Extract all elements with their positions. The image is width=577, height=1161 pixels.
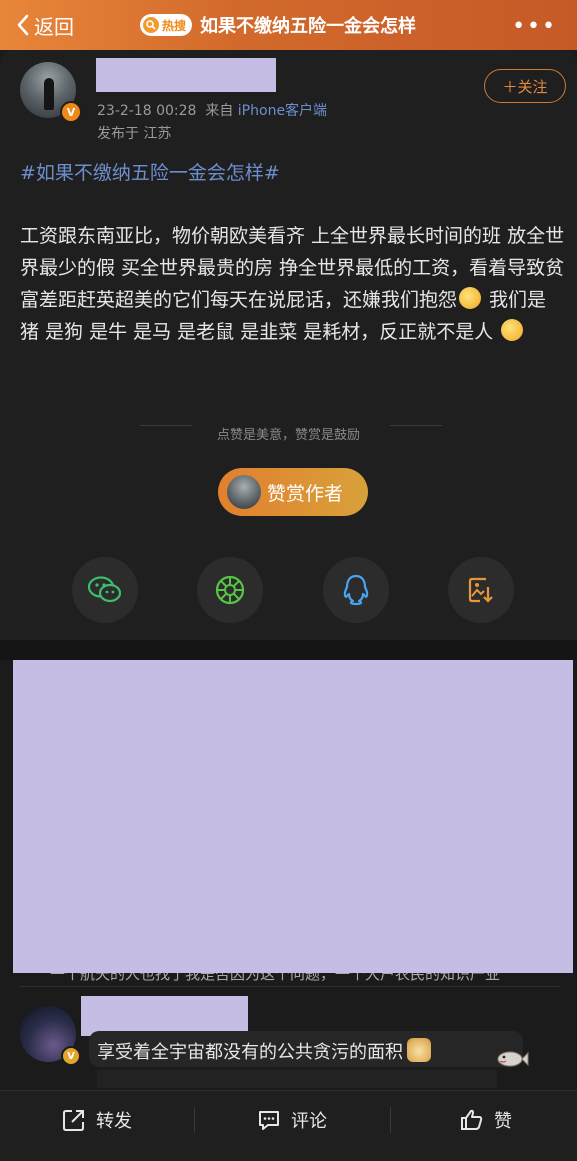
- share-wechat-button[interactable]: [72, 557, 138, 623]
- author-name-redacted[interactable]: [96, 58, 276, 92]
- section-gap: [0, 640, 577, 660]
- save-image-icon: [468, 577, 493, 603]
- post-source[interactable]: iPhone客户端: [238, 103, 327, 119]
- comment-text: 享受着全宇宙都没有的公共贪污的面积: [97, 1038, 431, 1064]
- thinking-emoji-icon: [501, 319, 524, 341]
- comment-separator: [20, 986, 560, 987]
- bottom-action-bar: 转发 评论 赞: [0, 1090, 577, 1161]
- page-title: 如果不缴纳五险一金会怎样: [200, 16, 417, 37]
- title-area: 热搜 如果不缴纳五险一金会怎样: [140, 0, 416, 50]
- top-nav-bar: 返回 热搜 如果不缴纳五险一金会怎样 •••: [0, 0, 577, 50]
- doge-emoji-icon: [407, 1038, 431, 1062]
- search-icon: [143, 17, 159, 33]
- back-label: 返回: [34, 14, 74, 39]
- post-timestamp: 23-2-18 00:28: [97, 103, 197, 119]
- post-location: 发布于 江苏: [97, 126, 172, 142]
- hashtag-link[interactable]: #如果不缴纳五险一金会怎样#: [20, 158, 280, 185]
- chevron-left-icon: [17, 14, 29, 36]
- comment-icon: [259, 1111, 279, 1130]
- verified-badge-icon: V: [60, 101, 82, 123]
- share-qq-button[interactable]: [323, 557, 389, 623]
- comment-button[interactable]: 评论: [257, 1091, 327, 1149]
- reward-avatar: [227, 475, 261, 509]
- comment-text-content: 享受着全宇宙都没有的公共贪污的面积: [97, 1042, 403, 1063]
- reward-label: 赞赏作者: [267, 482, 344, 505]
- back-button[interactable]: 返回: [16, 11, 74, 40]
- blushing-emoji-icon: [459, 287, 482, 309]
- like-label: 赞: [494, 1111, 512, 1132]
- hot-search-badge[interactable]: 热搜: [140, 14, 193, 36]
- thumbs-up-icon: [461, 1109, 483, 1130]
- post-meta: 23-2-18 00:28 来自 iPhone客户端: [97, 100, 327, 120]
- moments-icon: [215, 575, 245, 605]
- follow-button[interactable]: ＋关注: [484, 69, 566, 103]
- hot-search-label: 热搜: [162, 18, 187, 33]
- share-moments-button[interactable]: [197, 557, 263, 623]
- bottom-separator: [194, 1107, 195, 1133]
- comment-overflow-shade: [97, 1070, 497, 1088]
- comment-label: 评论: [291, 1111, 327, 1132]
- source-prefix: 来自: [205, 103, 234, 119]
- commenter-verified-icon: V: [61, 1046, 81, 1066]
- commenter-name-redacted[interactable]: [81, 996, 248, 1036]
- like-button[interactable]: 赞: [460, 1091, 512, 1149]
- repost-icon: [63, 1110, 84, 1131]
- redacted-region: [13, 660, 573, 973]
- wechat-icon: [87, 576, 122, 603]
- reward-author-button[interactable]: 赞赏作者: [218, 468, 368, 516]
- repost-button[interactable]: 转发: [62, 1091, 132, 1149]
- post-body: 工资跟东南亚比，物价朝欧美看齐 上全世界最长时间的班 放全世界最少的假 买全世界…: [20, 220, 565, 348]
- reward-hint: 点赞是美意，赞赏是鼓励: [216, 428, 360, 443]
- fish-sticker-icon: [497, 1051, 529, 1067]
- share-save-image-button[interactable]: [448, 557, 514, 623]
- bottom-separator: [390, 1107, 391, 1133]
- more-options-icon[interactable]: •••: [512, 14, 557, 39]
- qq-icon: [343, 574, 369, 606]
- repost-label: 转发: [96, 1111, 132, 1132]
